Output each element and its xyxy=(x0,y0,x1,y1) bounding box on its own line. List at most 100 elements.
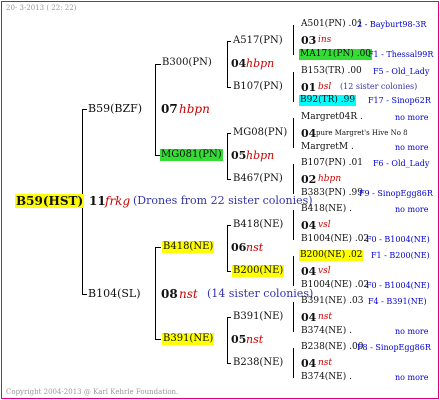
gen4-bottom[interactable]: B374(NE) . xyxy=(301,373,352,382)
gen4-number: 01 xyxy=(301,81,317,94)
gen4-top[interactable]: B107(PN) .01 xyxy=(301,159,363,168)
gen4-bottom-right: F1 - Thessal99R xyxy=(368,50,434,59)
gen3-label[interactable]: B418(NE) xyxy=(233,220,283,230)
gen4-code: nst xyxy=(318,312,333,322)
connector xyxy=(227,225,228,271)
connector xyxy=(227,271,231,272)
connector xyxy=(155,64,156,155)
gen4-bottom[interactable]: B92(TR) .99 xyxy=(299,95,357,106)
gen2-label[interactable]: B391(NE) xyxy=(162,333,215,345)
connector xyxy=(82,294,87,295)
connector xyxy=(293,164,294,194)
dam-note: (14 sister colonies) xyxy=(207,287,314,300)
gen4-top[interactable]: B238(NE) .00 xyxy=(301,343,363,352)
gen3-label[interactable]: B391(NE) xyxy=(233,312,283,322)
gen4-bottom[interactable]: B1004(NE) .02 xyxy=(301,281,369,290)
gen4-number: 03 xyxy=(301,34,317,47)
dam-label[interactable]: B104(SL) xyxy=(88,288,141,299)
sire-number: 07 xyxy=(161,102,178,116)
gen4-number: 04 xyxy=(301,127,317,140)
connector xyxy=(155,339,161,340)
gen4-bottom-right: F0 - B1004(NE) xyxy=(366,281,430,290)
gen4-top[interactable]: Margret04R . xyxy=(301,113,363,122)
connector xyxy=(155,64,161,65)
gen4-code: bsl xyxy=(318,82,332,92)
gen4-top[interactable]: B200(NE) .02 xyxy=(299,250,364,261)
connector xyxy=(293,210,294,240)
date-stamp: 20- 3-2013 ( 22: 22) xyxy=(6,4,77,12)
gen4-bottom[interactable]: B374(NE) . xyxy=(301,327,352,336)
gen2-label[interactable]: B300(PN) xyxy=(162,58,212,68)
gen4-bottom-right: F9 - SinopEgg86R xyxy=(359,189,433,198)
connector xyxy=(227,41,228,87)
gen4-bottom[interactable]: MA171(PN) .00 xyxy=(299,49,373,60)
gen4-top-right: F8 - SinopEgg86R xyxy=(357,343,431,352)
gen2-label[interactable]: MG081(PN) xyxy=(160,149,223,161)
gen4-top-right: 2 - Bayburt98-3R xyxy=(357,20,427,29)
gen2-code: nst xyxy=(246,333,264,346)
gen4-top-right: no more xyxy=(395,205,429,214)
connector xyxy=(293,256,294,286)
connector xyxy=(227,41,231,42)
pedigree-frame: 20- 3-2013 ( 22: 22) Copyright 2004-2013… xyxy=(1,1,439,399)
gen4-code: hbpn xyxy=(318,174,342,184)
gen3-label[interactable]: B238(NE) xyxy=(233,358,283,368)
gen4-bottom-right: no more xyxy=(395,373,429,382)
connector xyxy=(293,118,294,148)
connector xyxy=(155,247,161,248)
gen4-number: 02 xyxy=(301,173,317,186)
gen4-top[interactable]: A501(PN) .01 xyxy=(301,20,363,29)
connector xyxy=(227,87,231,88)
sire-label[interactable]: B59(BZF) xyxy=(88,103,142,114)
connector xyxy=(293,25,294,55)
gen4-top-right: F1 - B200(NE) xyxy=(371,251,430,260)
root-code: frkg xyxy=(105,194,131,208)
gen4-top[interactable]: B153(TR) .00 xyxy=(301,67,362,76)
gen4-bottom-right: F0 - B1004(NE) xyxy=(366,235,430,244)
gen3-label[interactable]: MG08(PN) xyxy=(233,128,287,138)
gen2-number: 05 xyxy=(231,149,247,162)
gen2-code: nst xyxy=(246,241,264,254)
gen3-label[interactable]: B200(NE) xyxy=(232,265,285,277)
gen4-number: 04 xyxy=(301,265,317,278)
connector xyxy=(227,179,231,180)
gen2-number: 06 xyxy=(231,241,247,254)
connector xyxy=(227,317,228,363)
gen3-label[interactable]: A517(PN) xyxy=(233,36,283,46)
connector xyxy=(293,302,294,332)
connector xyxy=(227,225,231,226)
connector xyxy=(227,317,231,318)
gen3-label[interactable]: B467(PN) xyxy=(233,174,283,184)
gen4-bottom-right: no more xyxy=(395,143,429,152)
gen4-bottom-right: F17 - Sinop62R xyxy=(368,96,431,105)
gen2-code: hbpn xyxy=(246,149,275,162)
gen4-top-right: F4 - B391(NE) xyxy=(368,297,427,306)
gen4-bottom[interactable]: B383(PN) .99 xyxy=(301,189,363,198)
gen4-note: (12 sister colonies) xyxy=(340,82,418,91)
gen4-bottom[interactable]: B1004(NE) .02 xyxy=(301,235,369,244)
gen4-top-right: no more xyxy=(395,113,429,122)
gen4-bottom-right: no more xyxy=(395,327,429,336)
connector xyxy=(82,109,87,110)
gen2-code: hbpn xyxy=(246,57,275,70)
gen4-code: vsl xyxy=(318,220,331,230)
connector xyxy=(155,247,156,339)
gen4-code: vsl xyxy=(318,266,331,276)
gen2-label[interactable]: B418(NE) xyxy=(162,241,215,253)
connector xyxy=(293,72,294,102)
dam-number: 08 xyxy=(161,287,178,301)
gen4-top-right: F6 - Old_Lady xyxy=(373,159,430,168)
gen2-number: 04 xyxy=(231,57,247,70)
connector xyxy=(227,133,231,134)
gen3-label[interactable]: B107(PN) xyxy=(233,82,283,92)
root-queen[interactable]: B59(HST) xyxy=(15,194,85,208)
gen4-top[interactable]: B418(NE) . xyxy=(301,205,352,214)
copyright: Copyright 2004-2013 @ Karl Kehrle Founda… xyxy=(6,388,179,396)
gen2-number: 05 xyxy=(231,333,247,346)
gen4-code: ins xyxy=(318,35,332,45)
gen4-top[interactable]: B391(NE) .03 xyxy=(301,297,363,306)
gen4-bottom[interactable]: MargretM . xyxy=(301,143,354,152)
gen4-code: pure Margret's Hive No 8 xyxy=(316,129,408,137)
gen4-number: 04 xyxy=(301,311,317,324)
gen4-number: 04 xyxy=(301,357,317,370)
